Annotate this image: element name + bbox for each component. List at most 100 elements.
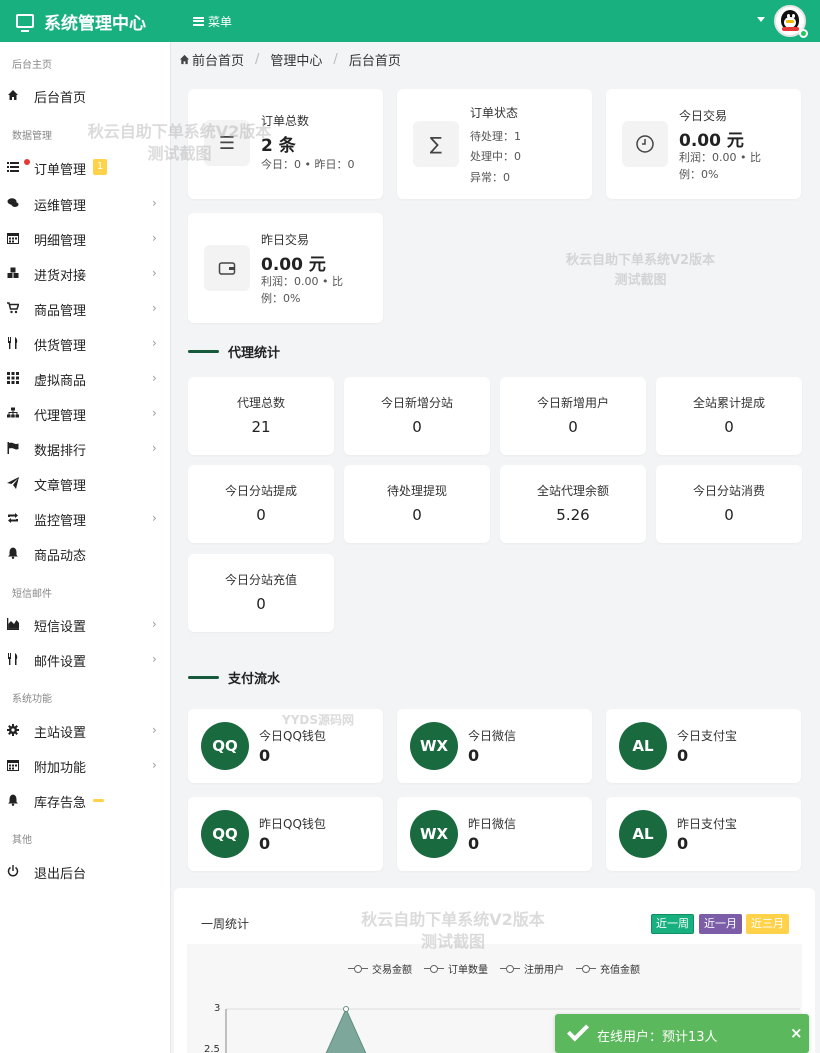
chevron-right-icon: › [152, 758, 157, 772]
sidebar-item-agents[interactable]: 代理管理 › [0, 396, 171, 430]
payment-card: WX 今日微信 0 [397, 709, 592, 783]
chevron-right-icon: › [152, 441, 157, 455]
sigma-icon: ∑ [413, 121, 459, 167]
chevron-right-icon: › [152, 266, 157, 280]
agent-stat-card: 全站累计提成 0 [656, 377, 802, 455]
alipay-icon: AL [619, 810, 667, 858]
payment-card: AL 昨日支付宝 0 [606, 797, 801, 871]
order-count-badge: 1 [93, 159, 107, 175]
clock-icon [622, 121, 668, 167]
calendar-icon [7, 759, 19, 771]
stock-alert-badge [93, 799, 104, 802]
payment-card: QQ 昨日QQ钱包 0 [188, 797, 383, 871]
close-icon[interactable]: × [790, 1024, 803, 1042]
payment-label: 今日QQ钱包 [259, 729, 326, 743]
chevron-right-icon: › [152, 652, 157, 666]
menu-toggle-button[interactable]: 菜单 [193, 0, 232, 42]
area-chart-icon [7, 618, 19, 630]
grid-icon [7, 372, 19, 384]
sidebar-item-label: 主站设置 [34, 726, 87, 741]
sidebar-item-label: 虚拟商品 [34, 374, 87, 389]
check-icon [567, 1019, 589, 1042]
stat-sub: 待处理：1 [470, 130, 521, 143]
brand[interactable]: 系统管理中心 [16, 0, 146, 42]
online-status-dot [799, 29, 808, 38]
section-title-agents: 代理统计 [188, 342, 280, 361]
chevron-right-icon: › [152, 723, 157, 737]
sidebar-item-articles[interactable]: 文章管理 [0, 466, 171, 500]
stat-title: 订单状态 [470, 106, 519, 120]
sidebar-item-label: 后台首页 [34, 91, 87, 106]
sidebar-item-label: 订单管理 [34, 163, 87, 178]
stat-title: 订单总数 [261, 114, 310, 128]
stat-value: 0.00 元 [261, 255, 326, 275]
notification-dot [24, 159, 30, 165]
send-icon [7, 477, 19, 489]
sidebar-item-label: 文章管理 [34, 479, 87, 494]
sidebar-item-supply[interactable]: 供货管理 › [0, 326, 171, 360]
chevron-right-icon: › [152, 617, 157, 631]
sidebar-item-monitor[interactable]: 监控管理 › [0, 501, 171, 535]
bell-icon [7, 547, 19, 559]
sidebar-item-products[interactable]: 商品管理 › [0, 291, 171, 325]
sidebar-item-mail-settings[interactable]: 邮件设置 › [0, 642, 171, 676]
breadcrumb-link-admin[interactable]: 管理中心 [270, 50, 322, 69]
agent-stat-card: 待处理提现 0 [344, 465, 490, 543]
sidebar-item-sms-settings[interactable]: 短信设置 › [0, 607, 171, 641]
breadcrumb-link-frontpage[interactable]: 前台首页 [192, 50, 244, 69]
stat-card-today-trade: 今日交易 0.00 元 利润：0.00 • 比 例：0% [606, 89, 801, 199]
sidebar-item-orders[interactable]: 订单管理 1 [0, 150, 171, 184]
payment-label: 昨日QQ钱包 [259, 817, 326, 831]
payment-card: AL 今日支付宝 0 [606, 709, 801, 783]
user-dropdown-caret-icon[interactable] [757, 17, 765, 22]
sidebar-item-label: 商品管理 [34, 304, 87, 319]
stat-card-yesterday-trade: 昨日交易 0.00 元 利润：0.00 • 比 例：0% [188, 213, 383, 323]
monitor-icon [16, 14, 34, 32]
sidebar-group-other: 其他 [12, 835, 32, 846]
cubes-icon [7, 267, 19, 279]
stat-sub: 利润：0.00 • 比 [679, 151, 761, 164]
calendar-icon [7, 232, 19, 244]
payment-label: 今日支付宝 [677, 729, 738, 743]
sidebar-item-product-updates[interactable]: 商品动态 [0, 536, 171, 570]
sidebar-item-label: 退出后台 [34, 867, 87, 882]
sidebar-item-site-settings[interactable]: 主站设置 › [0, 713, 171, 747]
payment-value: 0 [677, 834, 689, 853]
agent-stat-card: 今日新增用户 0 [500, 377, 646, 455]
stat-sub: 例：0% [261, 292, 301, 305]
chevron-right-icon: › [152, 301, 157, 315]
payment-value: 0 [259, 834, 271, 853]
sidebar-item-stock-alert[interactable]: 库存告急 [0, 783, 171, 817]
sidebar-item-purchase[interactable]: 进货对接 › [0, 256, 171, 290]
agent-stat-card: 全站代理余额 5.26 [500, 465, 646, 543]
sidebar-item-addons[interactable]: 附加功能 › [0, 748, 171, 782]
sidebar-item-label: 供货管理 [34, 339, 87, 354]
sidebar-item-ranking[interactable]: 数据排行 › [0, 431, 171, 465]
sidebar-item-label: 邮件设置 [34, 655, 87, 670]
stat-sub: 处理中：0 [470, 150, 521, 163]
sidebar-item-virtual-goods[interactable]: 虚拟商品 › [0, 361, 171, 395]
stat-sub: 例：0% [679, 168, 719, 181]
retweet-icon [7, 512, 19, 524]
stat-card-order-status: ∑ 订单状态 待处理：1 处理中：0 异常：0 [397, 89, 592, 199]
payment-value: 0 [468, 746, 480, 765]
stat-value: 2 条 [261, 136, 296, 156]
sidebar-item-dashboard[interactable]: 后台首页 [0, 78, 171, 112]
sidebar-item-details[interactable]: 明细管理 › [0, 221, 171, 255]
breadcrumb: 前台首页 / 管理中心 / 后台首页 [171, 42, 820, 77]
sidebar-item-label: 库存告急 [34, 796, 87, 811]
wallet-icon [204, 245, 250, 291]
menu-icon [193, 16, 204, 26]
online-users-toast: 在线用户：预计13人 × [555, 1014, 809, 1053]
stat-title: 今日交易 [679, 109, 728, 123]
sidebar-item-label: 运维管理 [34, 199, 87, 214]
sidebar-item-ops[interactable]: 运维管理 › [0, 186, 171, 220]
sidebar-group-sms: 短信邮件 [12, 589, 52, 600]
top-bar: 系统管理中心 菜单 [0, 0, 820, 42]
agent-stat-card: 今日分站充值 0 [188, 554, 334, 632]
section-title-payments: 支付流水 [188, 668, 280, 687]
sidebar-item-label: 数据排行 [34, 444, 87, 459]
payment-card: WX 昨日微信 0 [397, 797, 592, 871]
sidebar-item-logout[interactable]: 退出后台 [0, 854, 171, 888]
chevron-right-icon: › [152, 196, 157, 210]
